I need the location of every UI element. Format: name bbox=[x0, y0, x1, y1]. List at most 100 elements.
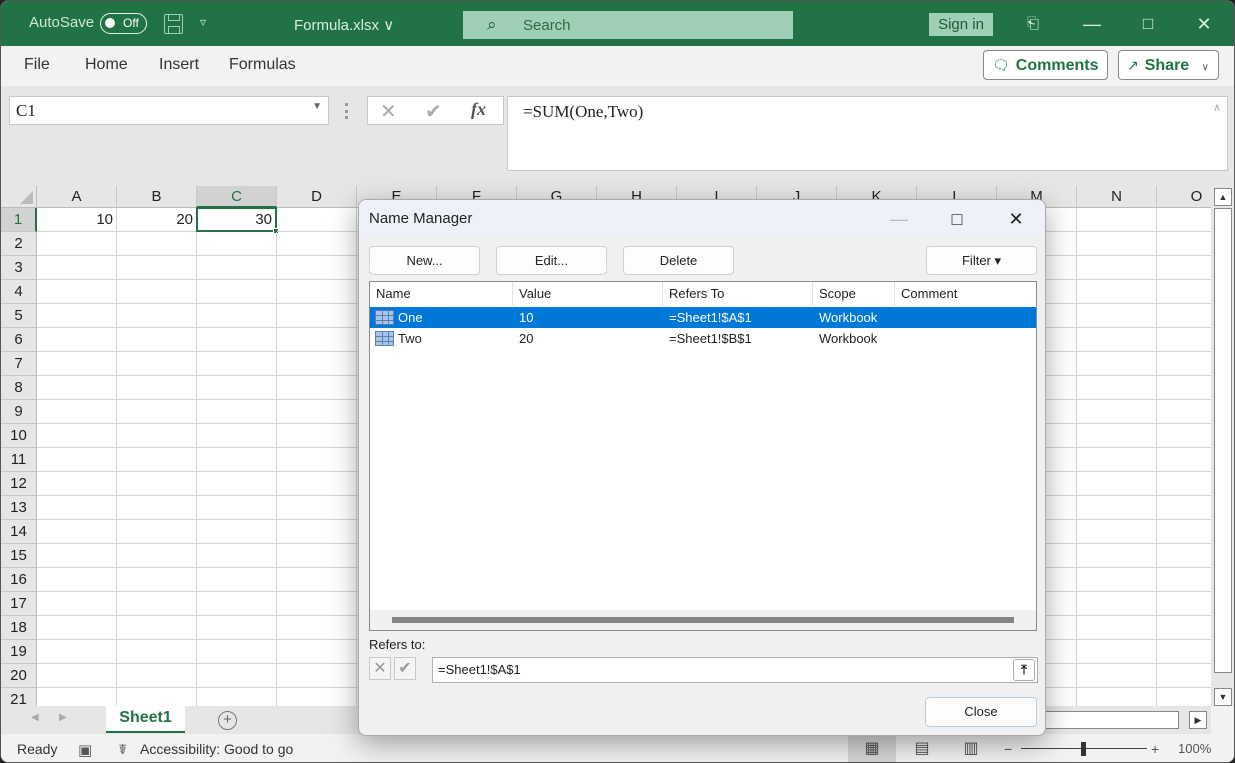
chevron-down-icon[interactable]: ▼ bbox=[312, 101, 322, 112]
cell-c5[interactable] bbox=[197, 304, 277, 328]
cell-n20[interactable] bbox=[1077, 664, 1157, 688]
menu-file[interactable]: File bbox=[24, 56, 50, 74]
cell-o5[interactable] bbox=[1157, 304, 1211, 328]
cell-n13[interactable] bbox=[1077, 496, 1157, 520]
normal-view-icon[interactable]: ▦ bbox=[848, 734, 896, 762]
document-title[interactable]: Formula.xlsx ∨ bbox=[294, 16, 394, 34]
cell-a6[interactable] bbox=[37, 328, 117, 352]
cell-n5[interactable] bbox=[1077, 304, 1157, 328]
cell-a1[interactable]: 10 bbox=[37, 208, 117, 232]
column-header-scope[interactable]: Scope bbox=[813, 282, 895, 306]
cell-o18[interactable] bbox=[1157, 616, 1211, 640]
page-layout-view-icon[interactable]: ▤ bbox=[898, 734, 946, 762]
cell-b8[interactable] bbox=[117, 376, 197, 400]
cell-d21[interactable] bbox=[277, 688, 357, 706]
cell-b14[interactable] bbox=[117, 520, 197, 544]
cell-o9[interactable] bbox=[1157, 400, 1211, 424]
cell-a15[interactable] bbox=[37, 544, 117, 568]
row-header-21[interactable]: 21 bbox=[1, 688, 37, 706]
cell-a18[interactable] bbox=[37, 616, 117, 640]
cell-b6[interactable] bbox=[117, 328, 197, 352]
name-box[interactable]: C1 ▼ bbox=[9, 96, 329, 125]
cell-d20[interactable] bbox=[277, 664, 357, 688]
cell-o4[interactable] bbox=[1157, 280, 1211, 304]
cell-o21[interactable] bbox=[1157, 688, 1211, 706]
column-header-a[interactable]: A bbox=[37, 186, 117, 208]
cell-b3[interactable] bbox=[117, 256, 197, 280]
cell-c7[interactable] bbox=[197, 352, 277, 376]
cell-b20[interactable] bbox=[117, 664, 197, 688]
column-header-value[interactable]: Value bbox=[513, 282, 663, 306]
cell-n9[interactable] bbox=[1077, 400, 1157, 424]
row-header-11[interactable]: 11 bbox=[1, 448, 37, 472]
cell-o12[interactable] bbox=[1157, 472, 1211, 496]
cell-n12[interactable] bbox=[1077, 472, 1157, 496]
list-horizontal-scrollbar[interactable] bbox=[370, 610, 1036, 630]
column-header-comment[interactable]: Comment bbox=[895, 282, 1036, 306]
cell-a17[interactable] bbox=[37, 592, 117, 616]
row-header-19[interactable]: 19 bbox=[1, 640, 37, 664]
cell-n4[interactable] bbox=[1077, 280, 1157, 304]
cell-a14[interactable] bbox=[37, 520, 117, 544]
cell-b18[interactable] bbox=[117, 616, 197, 640]
cell-b9[interactable] bbox=[117, 400, 197, 424]
cell-a4[interactable] bbox=[37, 280, 117, 304]
row-header-8[interactable]: 8 bbox=[1, 376, 37, 400]
vertical-scrollbar[interactable]: ▲ ▼ bbox=[1211, 186, 1234, 706]
name-row[interactable]: One 10 =Sheet1!$A$1 Workbook bbox=[370, 307, 1036, 328]
column-header-b[interactable]: B bbox=[117, 186, 197, 208]
cell-n10[interactable] bbox=[1077, 424, 1157, 448]
cell-a16[interactable] bbox=[37, 568, 117, 592]
new-button[interactable]: New... bbox=[369, 246, 480, 275]
column-header-c[interactable]: C bbox=[197, 186, 277, 208]
sheet-tab-sheet1[interactable]: Sheet1 bbox=[106, 706, 185, 733]
cell-d10[interactable] bbox=[277, 424, 357, 448]
cell-a19[interactable] bbox=[37, 640, 117, 664]
cell-a3[interactable] bbox=[37, 256, 117, 280]
previous-sheet-icon[interactable]: ◀ bbox=[31, 712, 39, 723]
cell-d18[interactable] bbox=[277, 616, 357, 640]
cell-d6[interactable] bbox=[277, 328, 357, 352]
cell-d8[interactable] bbox=[277, 376, 357, 400]
cell-o11[interactable] bbox=[1157, 448, 1211, 472]
cell-b1[interactable]: 20 bbox=[117, 208, 197, 232]
cell-c13[interactable] bbox=[197, 496, 277, 520]
cell-b7[interactable] bbox=[117, 352, 197, 376]
scroll-up-icon[interactable]: ▲ bbox=[1214, 188, 1232, 206]
cell-d3[interactable] bbox=[277, 256, 357, 280]
cell-n14[interactable] bbox=[1077, 520, 1157, 544]
search-input[interactable]: ⌕ Search bbox=[463, 11, 793, 39]
menu-formulas[interactable]: Formulas bbox=[229, 56, 296, 74]
cell-o19[interactable] bbox=[1157, 640, 1211, 664]
maximize-icon[interactable]: □ bbox=[1133, 9, 1163, 39]
row-header-3[interactable]: 3 bbox=[1, 256, 37, 280]
ribbon-display-icon[interactable]: ⎗ bbox=[1018, 9, 1048, 39]
cell-o3[interactable] bbox=[1157, 256, 1211, 280]
row-header-5[interactable]: 5 bbox=[1, 304, 37, 328]
enter-icon[interactable]: ✔ bbox=[425, 99, 442, 124]
cell-b17[interactable] bbox=[117, 592, 197, 616]
cell-c11[interactable] bbox=[197, 448, 277, 472]
next-sheet-icon[interactable]: ▶ bbox=[59, 712, 67, 723]
cell-c9[interactable] bbox=[197, 400, 277, 424]
cell-c21[interactable] bbox=[197, 688, 277, 706]
cell-n1[interactable] bbox=[1077, 208, 1157, 232]
cell-n21[interactable] bbox=[1077, 688, 1157, 706]
minimize-icon[interactable]: — bbox=[1077, 9, 1107, 39]
close-icon[interactable]: ✕ bbox=[1189, 9, 1219, 39]
cell-n17[interactable] bbox=[1077, 592, 1157, 616]
cell-d11[interactable] bbox=[277, 448, 357, 472]
column-header-refers-to[interactable]: Refers To bbox=[663, 282, 813, 306]
row-header-2[interactable]: 2 bbox=[1, 232, 37, 256]
cell-c10[interactable] bbox=[197, 424, 277, 448]
cell-o15[interactable] bbox=[1157, 544, 1211, 568]
cell-c14[interactable] bbox=[197, 520, 277, 544]
cell-o7[interactable] bbox=[1157, 352, 1211, 376]
names-list[interactable]: Name Value Refers To Scope Comment One 10… bbox=[369, 281, 1037, 631]
collapse-formula-bar-icon[interactable]: ∧ bbox=[1213, 101, 1221, 114]
zoom-in-button[interactable]: + bbox=[1151, 741, 1159, 757]
cell-o13[interactable] bbox=[1157, 496, 1211, 520]
cell-c6[interactable] bbox=[197, 328, 277, 352]
cell-n6[interactable] bbox=[1077, 328, 1157, 352]
cell-o10[interactable] bbox=[1157, 424, 1211, 448]
